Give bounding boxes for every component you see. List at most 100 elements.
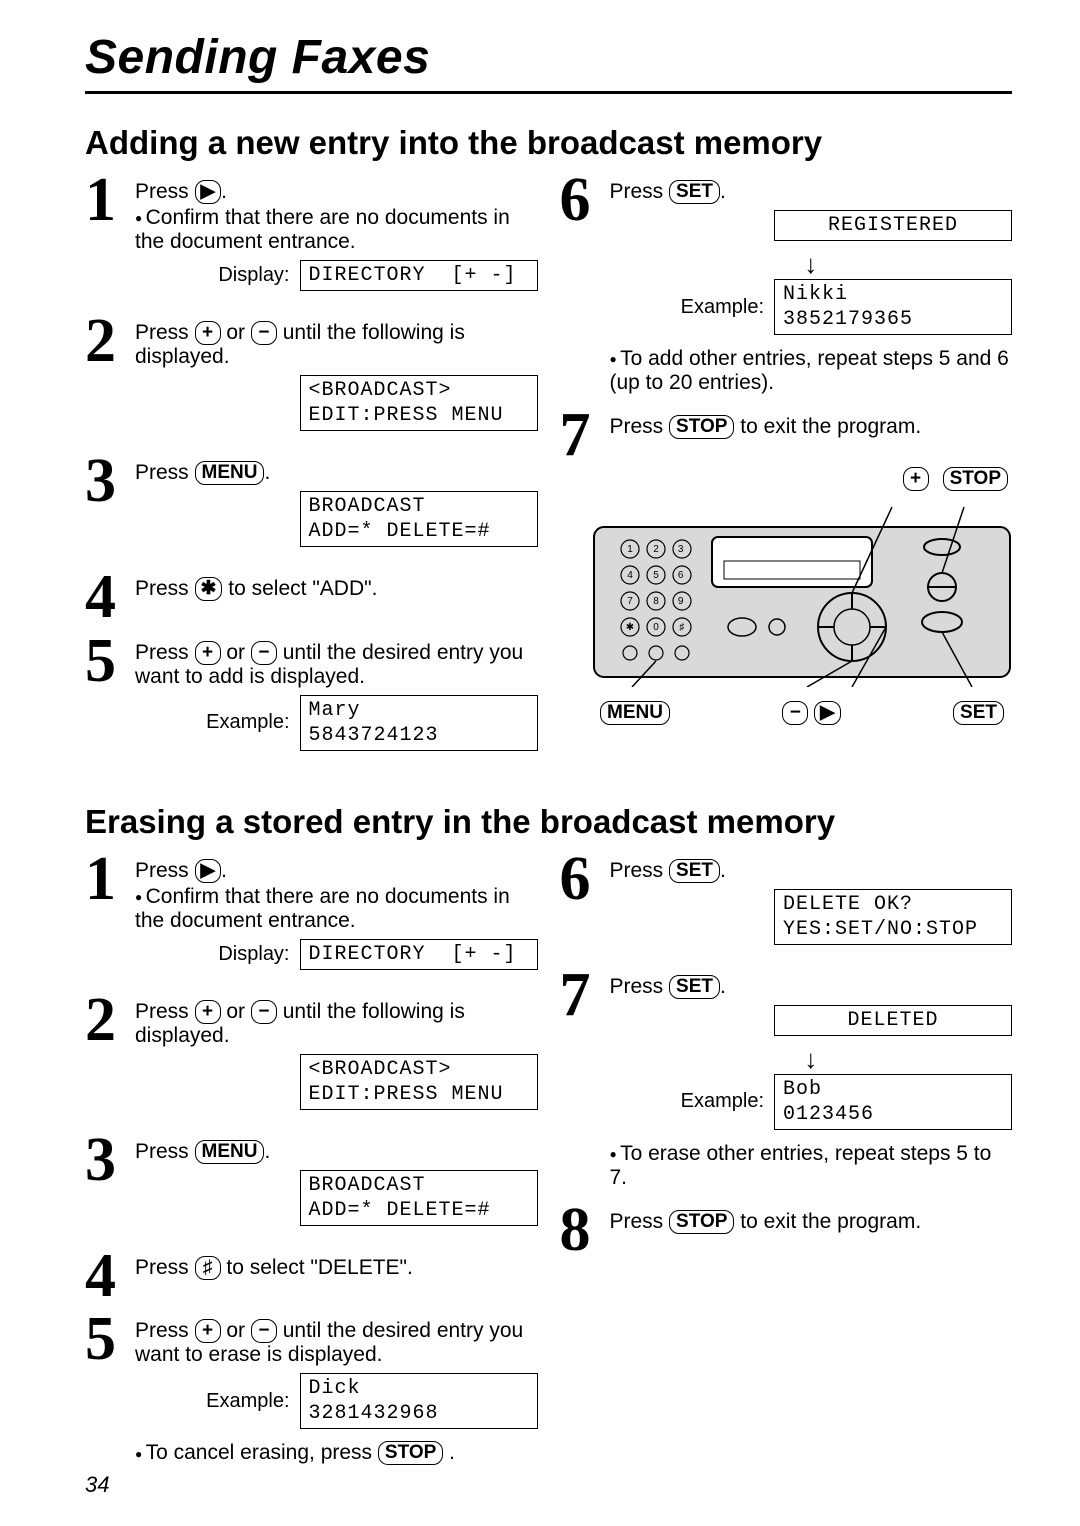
lcd-display: DELETE OK? YES:SET/NO:STOP	[774, 889, 1012, 945]
step-number: 2	[85, 317, 135, 367]
fax-illustration: + STOP 123 456 789 ✱0♯	[592, 471, 1012, 721]
text: Press	[135, 1256, 195, 1279]
display-label: Display:	[218, 264, 289, 287]
set-key[interactable]: SET	[669, 975, 720, 999]
text: Press	[135, 1319, 195, 1342]
star-key[interactable]: ✱	[195, 577, 223, 601]
text: Press	[135, 859, 195, 882]
lcd-display: DIRECTORY [+ -]	[300, 260, 538, 291]
text: or	[226, 641, 251, 664]
text: To cancel erasing, press	[146, 1441, 378, 1464]
play-key-callout: ▶	[814, 701, 841, 725]
text: or	[226, 1000, 251, 1023]
page-number: 34	[85, 1472, 109, 1498]
erase-step-2: 2 Press + or − until the following is di…	[85, 992, 538, 1122]
lcd-display: Nikki 3852179365	[774, 279, 1012, 335]
fax-machine-icon: 123 456 789 ✱0♯	[592, 497, 1012, 687]
erase-step-7: 7 Press SET. DELETED ↓ Example: Bob 0123…	[560, 967, 1013, 1192]
erase-step-3: 3 Press MENU. BROADCAST ADD=* DELETE=#	[85, 1132, 538, 1238]
minus-key-callout: −	[782, 701, 808, 725]
plus-key-callout: +	[903, 467, 929, 491]
example-label: Example:	[681, 1090, 764, 1113]
menu-key[interactable]: MENU	[195, 461, 265, 485]
stop-key[interactable]: STOP	[378, 1441, 443, 1465]
step-number: 2	[85, 996, 135, 1046]
step-number: 6	[560, 176, 610, 226]
play-key[interactable]: ▶	[195, 859, 222, 883]
example-label: Example:	[681, 296, 764, 319]
set-key[interactable]: SET	[669, 180, 720, 204]
lcd-display: BROADCAST ADD=* DELETE=#	[300, 1170, 538, 1226]
set-key-callout: SET	[953, 701, 1004, 725]
lcd-display: DIRECTORY [+ -]	[300, 939, 538, 970]
menu-key-callout: MENU	[600, 701, 670, 725]
erase-step-5: 5 Press + or − until the desired entry y…	[85, 1311, 538, 1467]
text: to exit the program.	[740, 1210, 921, 1233]
minus-key[interactable]: −	[251, 321, 277, 345]
erase-step-6: 6 Press SET. DELETE OK? YES:SET/NO:STOP	[560, 851, 1013, 957]
step-number: 6	[560, 855, 610, 905]
text: Press	[135, 1000, 195, 1023]
add-step-4: 4 Press ✱ to select "ADD".	[85, 569, 538, 623]
example-label: Example:	[206, 711, 289, 734]
text: Press	[135, 641, 195, 664]
step-number: 8	[560, 1206, 610, 1256]
text: or	[226, 1319, 251, 1342]
arrow-down-icon: ↓	[610, 251, 1013, 277]
text: to exit the program.	[740, 415, 921, 438]
plus-key[interactable]: +	[195, 321, 221, 345]
text: Press	[610, 415, 670, 438]
text: Press	[610, 859, 670, 882]
lcd-display: REGISTERED	[774, 210, 1012, 241]
play-key[interactable]: ▶	[195, 180, 222, 204]
menu-key[interactable]: MENU	[195, 1140, 265, 1164]
page-title: Sending Faxes	[85, 30, 1012, 85]
add-step-1: 1 Press ▶. Confirm that there are no doc…	[85, 172, 538, 303]
section-title-add: Adding a new entry into the broadcast me…	[85, 124, 1012, 162]
hash-key[interactable]: ♯	[195, 1256, 221, 1280]
plus-key[interactable]: +	[195, 641, 221, 665]
minus-key[interactable]: −	[251, 1319, 277, 1343]
text: Press	[135, 1140, 195, 1163]
erase-step-4: 4 Press ♯ to select "DELETE".	[85, 1248, 538, 1302]
step-number: 5	[85, 1315, 135, 1365]
minus-key[interactable]: −	[251, 1000, 277, 1024]
step-number: 7	[560, 411, 610, 461]
lcd-display: Dick 3281432968	[300, 1373, 538, 1429]
section-title-erase: Erasing a stored entry in the broadcast …	[85, 803, 1012, 841]
lcd-display: DELETED	[774, 1005, 1012, 1036]
step-number: 7	[560, 971, 610, 1021]
lcd-display: Bob 0123456	[774, 1074, 1012, 1130]
display-label: Display:	[218, 943, 289, 966]
text: Press	[135, 321, 195, 344]
stop-key[interactable]: STOP	[669, 415, 734, 439]
stop-key-callout: STOP	[943, 467, 1008, 491]
plus-key[interactable]: +	[195, 1319, 221, 1343]
text: Press	[610, 975, 670, 998]
text: to select "ADD".	[228, 577, 377, 600]
plus-key[interactable]: +	[195, 1000, 221, 1024]
set-key[interactable]: SET	[669, 859, 720, 883]
title-rule	[85, 91, 1012, 94]
text: Confirm that there are no documents in t…	[135, 885, 538, 933]
text: To erase other entries, repeat steps 5 t…	[610, 1142, 1013, 1190]
add-step-5: 5 Press + or − until the desired entry y…	[85, 633, 538, 763]
lcd-display: Mary 5843724123	[300, 695, 538, 751]
erase-step-1: 1 Press ▶. Confirm that there are no doc…	[85, 851, 538, 982]
step-number: 3	[85, 1136, 135, 1186]
step-number: 1	[85, 176, 135, 226]
text: to select "DELETE".	[226, 1256, 412, 1279]
lcd-display: BROADCAST ADD=* DELETE=#	[300, 491, 538, 547]
step-number: 1	[85, 855, 135, 905]
text: Press	[610, 1210, 670, 1233]
step-number: 3	[85, 457, 135, 507]
minus-key[interactable]: −	[251, 641, 277, 665]
add-step-7: 7 Press STOP to exit the program.	[560, 407, 1013, 461]
arrow-down-icon: ↓	[610, 1046, 1013, 1072]
text: Press	[135, 461, 195, 484]
lcd-display: <BROADCAST> EDIT:PRESS MENU	[300, 1054, 538, 1110]
text: Press	[135, 577, 195, 600]
stop-key[interactable]: STOP	[669, 1210, 734, 1234]
lcd-display: <BROADCAST> EDIT:PRESS MENU	[300, 375, 538, 431]
example-label: Example:	[206, 1390, 289, 1413]
